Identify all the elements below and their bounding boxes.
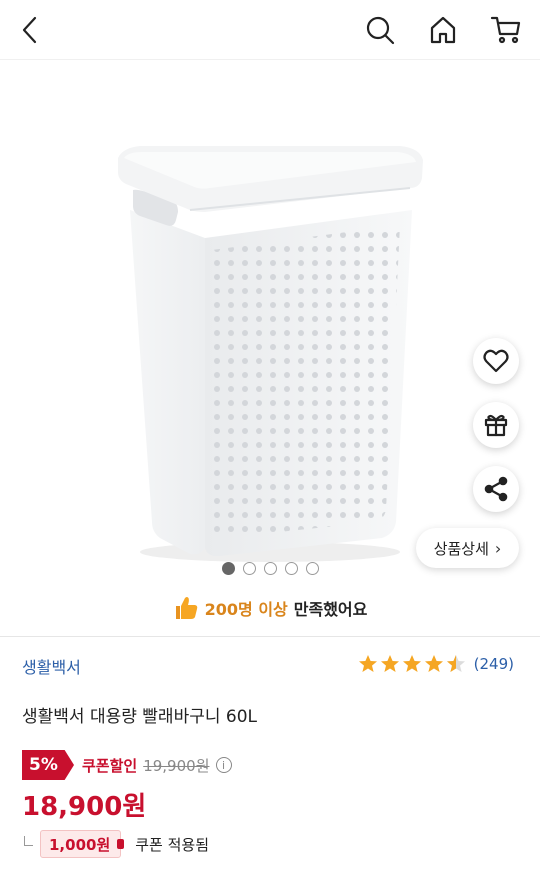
cart-icon bbox=[490, 16, 521, 44]
chevron-left-icon bbox=[22, 16, 37, 44]
star-full-icon bbox=[380, 655, 399, 672]
product-detail-label: 상품상세 bbox=[433, 539, 489, 558]
star-full-icon bbox=[402, 655, 421, 672]
search-icon bbox=[366, 16, 395, 45]
home-icon bbox=[430, 16, 456, 44]
product-image bbox=[118, 146, 423, 562]
sale-price: 18,900원 bbox=[22, 792, 147, 822]
slide-dot[interactable] bbox=[243, 562, 256, 575]
gift-button[interactable] bbox=[473, 402, 519, 448]
info-icon[interactable]: i bbox=[215, 757, 232, 773]
share-icon bbox=[484, 476, 508, 502]
coupon-applied-text: 쿠폰 적용됨 bbox=[135, 835, 210, 854]
product-image-gallery[interactable] bbox=[0, 60, 540, 590]
back-button[interactable] bbox=[10, 10, 50, 50]
share-button[interactable] bbox=[473, 466, 519, 512]
slide-indicator bbox=[222, 562, 319, 575]
search-button[interactable] bbox=[360, 10, 400, 50]
slide-dot[interactable] bbox=[306, 562, 319, 575]
review-count: (249) bbox=[473, 655, 514, 673]
star-full-icon bbox=[358, 655, 377, 672]
cart-button[interactable] bbox=[486, 10, 526, 50]
slide-dot[interactable] bbox=[222, 562, 235, 575]
satisfaction-count: 200명 이상 bbox=[204, 600, 288, 619]
chevron-right-icon: › bbox=[494, 538, 502, 558]
gift-icon bbox=[484, 414, 508, 437]
slide-dot[interactable] bbox=[264, 562, 277, 575]
coupon-applied-row: 1,000원 쿠폰 적용됨 bbox=[24, 829, 209, 859]
heart-icon bbox=[483, 349, 509, 373]
rating-summary[interactable]: (249) bbox=[358, 654, 514, 674]
wishlist-button[interactable] bbox=[473, 338, 519, 384]
product-detail-button[interactable]: 상품상세 › bbox=[416, 528, 519, 568]
discount-badge: 5% bbox=[22, 750, 74, 780]
section-divider bbox=[0, 636, 540, 637]
coupon-amount-chip[interactable]: 1,000원 bbox=[40, 830, 125, 858]
star-half-icon bbox=[446, 655, 465, 672]
star-full-icon bbox=[424, 655, 443, 672]
home-button[interactable] bbox=[423, 10, 463, 50]
branch-line-icon bbox=[24, 836, 33, 846]
original-price: 19,900원 bbox=[143, 756, 210, 775]
satisfaction-text: 만족했어요 bbox=[293, 600, 368, 619]
top-app-bar bbox=[0, 0, 540, 60]
slide-dot[interactable] bbox=[285, 562, 298, 575]
coupon-discount-row: 5% 쿠폰할인 19,900원 i bbox=[22, 750, 232, 780]
brand-link[interactable]: 생활백서 bbox=[22, 654, 81, 678]
coupon-discount-label: 쿠폰할인 bbox=[82, 756, 138, 775]
satisfaction-banner: 200명 이상 만족했어요 bbox=[0, 590, 540, 626]
thumbs-up-icon bbox=[175, 597, 197, 619]
product-title: 생활백서 대용량 빨래바구니 60L bbox=[22, 707, 257, 727]
